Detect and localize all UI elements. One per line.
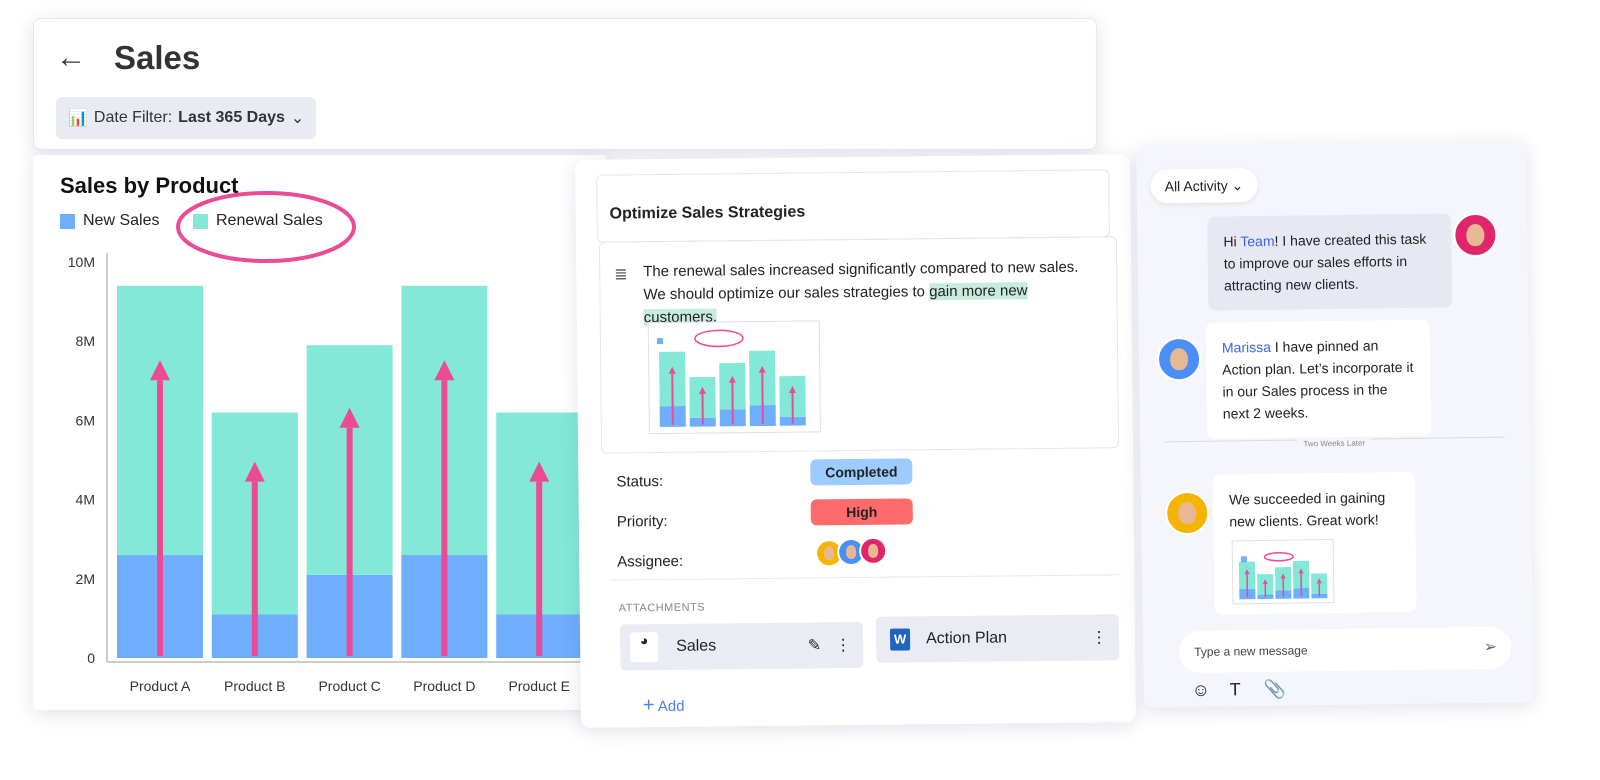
x-tick-label: Product E bbox=[508, 678, 569, 694]
separator-label: Two Weeks Later bbox=[1297, 438, 1372, 449]
x-tick-label: Product D bbox=[413, 678, 475, 694]
legend-swatch bbox=[1240, 556, 1247, 563]
attachment-sales[interactable]: ◕ Sales ✎ ⋮ bbox=[619, 621, 864, 671]
more-icon[interactable]: ⋮ bbox=[835, 635, 851, 655]
task-title[interactable]: Optimize Sales Strategies bbox=[596, 169, 1110, 243]
annotation-arrow bbox=[671, 373, 674, 425]
divider bbox=[609, 574, 1120, 581]
chat-message: Marissa I have pinned an Action plan. Le… bbox=[1205, 319, 1432, 439]
date-filter-button[interactable]: 📊 Date Filter: Last 365 Days ⌄ bbox=[56, 97, 317, 139]
annotation-arrow bbox=[761, 372, 764, 424]
chat-message: We succeeded in gaining new clients. Gre… bbox=[1212, 471, 1417, 615]
task-description[interactable]: ≣ The renewal sales increased significan… bbox=[598, 236, 1120, 454]
dashboard-thumbnail-icon: ◕ bbox=[629, 632, 659, 663]
send-icon[interactable]: ➢ bbox=[1484, 637, 1498, 657]
chart-thumbnail bbox=[1231, 539, 1335, 605]
y-tick-label: 0 bbox=[87, 650, 95, 666]
x-tick-label: Product B bbox=[224, 678, 285, 694]
stacked-bar-chart: 0 2M 4M 6M 8M 10M Product A Product B Product C P… bbox=[68, 191, 607, 694]
avatar[interactable] bbox=[859, 536, 888, 565]
add-attachment-button[interactable]: + Add bbox=[643, 694, 685, 717]
x-tick-label: Product A bbox=[130, 678, 191, 694]
sales-header: ← Sales 📊 Date Filter: Last 365 Days ⌄ bbox=[33, 18, 1097, 150]
legend-swatch bbox=[656, 338, 663, 345]
message-input[interactable]: Type a new message ➢ bbox=[1178, 626, 1512, 674]
filter-label: All Activity bbox=[1164, 177, 1228, 195]
priority-label: Priority: bbox=[616, 512, 668, 531]
activity-filter-dropdown[interactable]: All Activity ⌄ bbox=[1150, 168, 1258, 204]
paperclip-icon[interactable]: 📎 bbox=[1264, 679, 1287, 700]
text-format-icon[interactable]: T bbox=[1230, 679, 1241, 700]
more-icon[interactable]: ⋮ bbox=[1091, 627, 1107, 647]
text-lines-icon: ≣ bbox=[614, 266, 628, 284]
priority-badge[interactable]: High bbox=[810, 498, 913, 526]
y-tick-label: 4M bbox=[76, 492, 95, 508]
annotation-circle bbox=[694, 329, 744, 348]
chart-filter-icon: 📊 bbox=[68, 110, 88, 127]
date-filter-value: Last 365 Days bbox=[178, 109, 285, 126]
y-tick-label: 10M bbox=[68, 254, 95, 270]
mention[interactable]: Marissa bbox=[1222, 339, 1271, 356]
sales-by-product-card: Sales by Product New Sales Renewal Sales… bbox=[33, 155, 607, 710]
message-text: We succeeded in gaining new clients. Gre… bbox=[1228, 489, 1386, 530]
mention[interactable]: Team bbox=[1240, 233, 1274, 249]
attachment-action-plan[interactable]: W Action Plan ⋮ bbox=[875, 614, 1120, 663]
activity-panel: All Activity ⌄ Hi Team! I have created t… bbox=[1136, 140, 1534, 708]
attachments-heading: ATTACHMENTS bbox=[618, 601, 706, 615]
chart-thumbnail bbox=[647, 320, 821, 435]
status-badge[interactable]: Completed bbox=[810, 458, 913, 486]
avatar[interactable] bbox=[1164, 490, 1210, 536]
word-icon: W bbox=[889, 628, 911, 651]
chevron-down-icon: ⌄ bbox=[290, 110, 305, 127]
time-separator: Two Weeks Later bbox=[1164, 436, 1505, 461]
chat-message: Hi Team! I have created this task to imp… bbox=[1207, 213, 1453, 311]
x-tick-label: Product C bbox=[318, 678, 380, 694]
annotation-circle bbox=[176, 191, 356, 263]
pin-icon[interactable]: ✎ bbox=[808, 635, 822, 655]
message-placeholder: Type a new message bbox=[1194, 643, 1308, 659]
attachment-name: Action Plan bbox=[925, 629, 1008, 648]
assignee-label: Assignee: bbox=[617, 552, 684, 571]
emoji-icon[interactable]: ☺ bbox=[1192, 680, 1211, 701]
y-tick-label: 6M bbox=[76, 412, 95, 428]
date-filter-label: Date Filter: bbox=[93, 109, 173, 126]
annotation-circle bbox=[1263, 552, 1294, 562]
arrow-left-icon[interactable]: ← bbox=[56, 41, 86, 75]
attachment-name: Sales bbox=[676, 637, 717, 655]
plus-icon: + bbox=[642, 694, 655, 717]
y-tick-label: 8M bbox=[76, 333, 95, 349]
chevron-down-icon: ⌄ bbox=[1231, 177, 1244, 194]
avatar[interactable] bbox=[1453, 212, 1498, 258]
y-tick-label: 2M bbox=[76, 571, 95, 587]
status-label: Status: bbox=[616, 473, 664, 491]
task-panel: Optimize Sales Strategies ≣ The renewal … bbox=[575, 154, 1136, 728]
add-label: Add bbox=[657, 697, 685, 716]
avatar[interactable] bbox=[1156, 336, 1202, 382]
page-title: Sales bbox=[114, 39, 201, 76]
